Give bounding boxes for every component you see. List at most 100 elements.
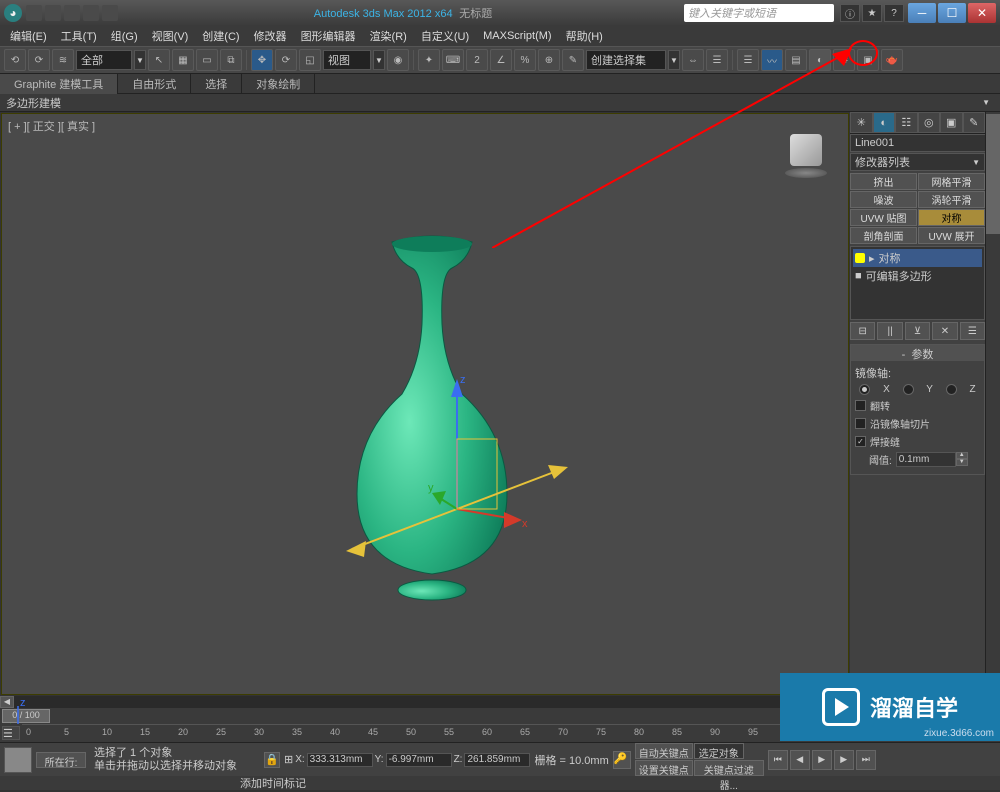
rollout-header[interactable]: - 参数 <box>851 345 984 361</box>
chk-flip[interactable] <box>855 400 866 411</box>
select-move-icon[interactable]: ✥ <box>251 49 273 71</box>
window-crossing-icon[interactable]: ⧉ <box>220 49 242 71</box>
favorites-icon[interactable]: ★ <box>862 4 882 22</box>
modifier-list-combo[interactable]: 修改器列表▼ <box>850 153 985 171</box>
snap-2d-icon[interactable]: 2 <box>466 49 488 71</box>
tab-freeform[interactable]: 自由形式 <box>118 74 191 94</box>
menu-customize[interactable]: 自定义(U) <box>415 26 475 46</box>
named-selection-combo[interactable]: 创建选择集 <box>586 50 666 70</box>
lock-selection-icon[interactable]: 🔒 <box>264 752 280 768</box>
object-name-input[interactable] <box>850 134 1000 152</box>
mirror-icon[interactable]: ⇔ <box>682 49 704 71</box>
select-name-icon[interactable]: ▦ <box>172 49 194 71</box>
menu-tools[interactable]: 工具(T) <box>55 26 103 46</box>
chk-slice[interactable] <box>855 418 866 429</box>
select-scale-icon[interactable]: ◱ <box>299 49 321 71</box>
layers-icon[interactable]: ☰ <box>737 49 759 71</box>
combo-arrow-icon[interactable]: ▼ <box>373 50 385 70</box>
help-search-input[interactable]: 键入关键字或短语 <box>684 4 834 22</box>
menu-group[interactable]: 组(G) <box>105 26 144 46</box>
prev-frame-icon[interactable]: ◀ <box>790 750 810 770</box>
ribbon-panel-label[interactable]: 多边形建模 <box>6 95 61 111</box>
manipulate-icon[interactable]: ✦ <box>418 49 440 71</box>
goto-start-icon[interactable]: ⏮ <box>768 750 788 770</box>
make-unique-icon[interactable]: ⊻ <box>905 322 930 340</box>
app-logo-icon[interactable]: ◕ <box>4 4 22 22</box>
tab-select[interactable]: 选择 <box>191 74 242 94</box>
menu-render[interactable]: 渲染(R) <box>364 26 413 46</box>
location-button[interactable]: 所在行: <box>36 752 86 768</box>
modifier-stack[interactable]: ▸对称 ■可编辑多边形 <box>850 246 985 320</box>
pivot-center-icon[interactable]: ◉ <box>387 49 409 71</box>
abs-rel-icon[interactable]: ⊞ <box>284 753 293 766</box>
tab-hierarchy-icon[interactable]: ☷ <box>895 112 918 133</box>
preset-chamferprofile[interactable]: 剖角剖面 <box>850 227 917 244</box>
menu-view[interactable]: 视图(V) <box>146 26 195 46</box>
bulb-icon[interactable] <box>855 253 865 263</box>
angle-snap-icon[interactable]: ∠ <box>490 49 512 71</box>
tab-objectpaint[interactable]: 对象绘制 <box>242 74 315 94</box>
edit-named-sel-icon[interactable]: ✎ <box>562 49 584 71</box>
show-end-icon[interactable]: || <box>877 322 902 340</box>
tab-create-icon[interactable]: ✳ <box>850 112 873 133</box>
goto-end-icon[interactable]: ⏭ <box>856 750 876 770</box>
preset-symmetry[interactable]: 对称 <box>918 209 985 226</box>
next-frame-icon[interactable]: ▶ <box>834 750 854 770</box>
preset-noise[interactable]: 噪波 <box>850 191 917 208</box>
radio-axis-z[interactable] <box>946 384 957 395</box>
schematic-view-icon[interactable]: ▤ <box>785 49 807 71</box>
bind-icon[interactable]: ≋ <box>52 49 74 71</box>
unlink-icon[interactable]: ⟳ <box>28 49 50 71</box>
qat-save-icon[interactable] <box>64 5 80 21</box>
viewport-label[interactable]: [ + ][ 正交 ][ 真实 ] <box>8 118 95 134</box>
selection-filter-combo[interactable]: 全部 <box>76 50 132 70</box>
tab-modify-icon[interactable]: ◐ <box>873 112 896 133</box>
select-icon[interactable]: ↖ <box>148 49 170 71</box>
qat-new-icon[interactable] <box>26 5 42 21</box>
chk-weld[interactable]: ✓ <box>855 436 866 447</box>
keyed-selset[interactable]: 选定对象 <box>694 743 744 759</box>
menu-help[interactable]: 帮助(H) <box>560 26 609 46</box>
menu-modifiers[interactable]: 修改器 <box>248 26 293 46</box>
menu-grapheditors[interactable]: 图形编辑器 <box>295 26 362 46</box>
qat-open-icon[interactable] <box>45 5 61 21</box>
material-editor-icon[interactable]: ◐ <box>809 49 831 71</box>
select-region-icon[interactable]: ▭ <box>196 49 218 71</box>
spin-down-icon[interactable]: ▼ <box>956 459 968 466</box>
stack-item-editpoly[interactable]: ■可编辑多边形 <box>853 267 982 285</box>
coord-y-input[interactable] <box>386 753 452 767</box>
vase-object[interactable] <box>332 234 532 604</box>
spinner-snap-icon[interactable]: ⊕ <box>538 49 560 71</box>
time-config-icon[interactable]: 🔑 <box>613 751 631 769</box>
stack-item-symmetry[interactable]: ▸对称 <box>853 249 982 267</box>
combo-arrow-icon[interactable]: ▼ <box>134 50 146 70</box>
render-prod-icon[interactable]: 🫖 <box>881 49 903 71</box>
coord-x-input[interactable] <box>307 753 373 767</box>
configure-sets-icon[interactable]: ☰ <box>960 322 985 340</box>
ribbon-expand-icon[interactable]: ▼ <box>978 98 994 107</box>
maximize-button[interactable]: ☐ <box>938 3 966 23</box>
pin-stack-icon[interactable]: ⊟ <box>850 322 875 340</box>
qat-undo-icon[interactable] <box>83 5 99 21</box>
keyboard-shortcut-icon[interactable]: ⌨ <box>442 49 464 71</box>
remove-mod-icon[interactable]: ✕ <box>932 322 957 340</box>
preset-extrude[interactable]: 挤出 <box>850 173 917 190</box>
menu-create[interactable]: 创建(C) <box>196 26 245 46</box>
viewcube[interactable] <box>784 134 828 178</box>
minimize-button[interactable]: ─ <box>908 3 936 23</box>
combo-arrow-icon[interactable]: ▼ <box>668 50 680 70</box>
coord-z-input[interactable] <box>464 753 530 767</box>
preset-turbosmooth[interactable]: 涡轮平滑 <box>918 191 985 208</box>
qat-redo-icon[interactable] <box>102 5 118 21</box>
close-button[interactable]: ✕ <box>968 3 996 23</box>
radio-axis-x[interactable] <box>859 384 870 395</box>
preset-meshsmooth[interactable]: 网格平滑 <box>918 173 985 190</box>
play-icon[interactable]: ▶ <box>812 750 832 770</box>
tab-motion-icon[interactable]: ◎ <box>918 112 941 133</box>
panel-scrollbar[interactable] <box>985 112 1000 696</box>
threshold-input[interactable] <box>896 452 956 467</box>
keyfilter-button[interactable]: 关键点过滤器... <box>694 760 764 776</box>
tab-utilities-icon[interactable]: ✎ <box>963 112 986 133</box>
viewport-persp[interactable]: [ + ][ 正交 ][ 真实 ] <box>1 113 849 695</box>
help-icon[interactable]: ? <box>884 4 904 22</box>
